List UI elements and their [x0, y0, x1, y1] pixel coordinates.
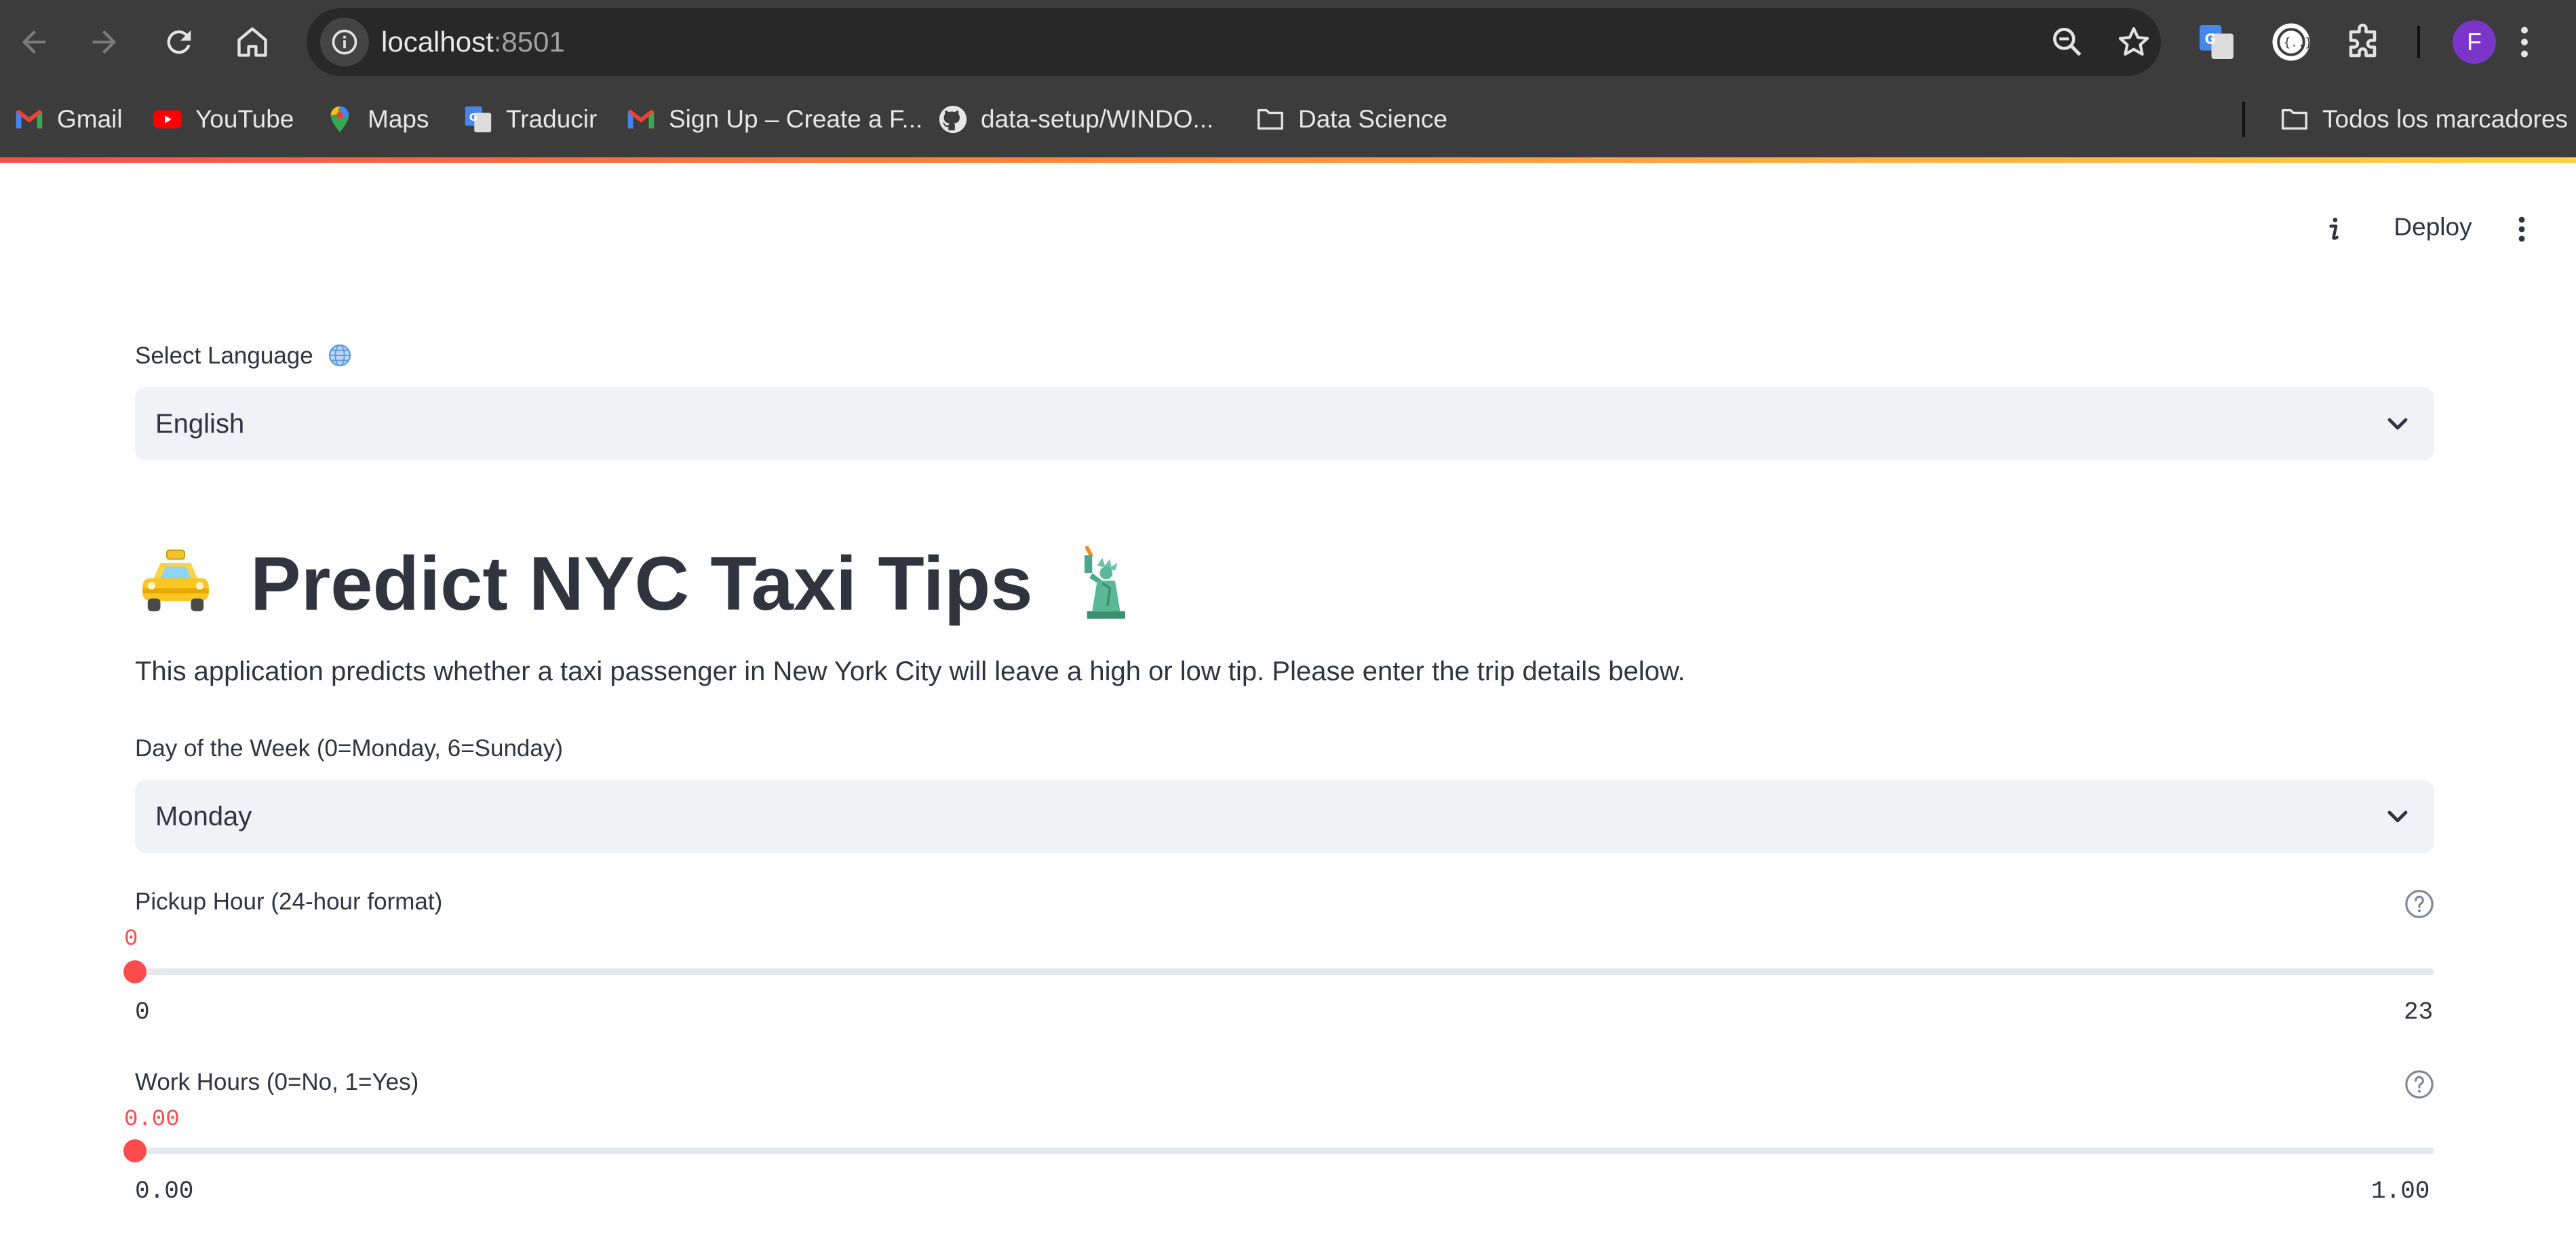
svg-text:{..}: {..} [2284, 36, 2311, 50]
json-extension-icon: {..} [2272, 23, 2311, 61]
url-host: localhost [381, 26, 494, 58]
chevron-down-icon [2387, 810, 2408, 823]
work-hours-label: Work Hours (0=No, 1=Yes) [135, 1069, 419, 1095]
profile-avatar[interactable]: F [2453, 20, 2496, 64]
github-icon [937, 104, 969, 135]
language-label-text: Select Language [135, 342, 313, 369]
site-info-button[interactable] [320, 18, 369, 66]
address-bar[interactable]: localhost:8501 [307, 8, 2161, 76]
chevron-down-icon [2387, 418, 2408, 430]
info-icon [2329, 217, 2339, 240]
browser-chrome: localhost:8501 G {..} F Gmail YouTube Ma… [0, 0, 2576, 163]
work-hours-slider-track[interactable] [135, 1147, 2434, 1154]
bookmark-label: Gmail [57, 105, 123, 133]
arrow-right-icon [92, 30, 117, 54]
streamlit-app: Deploy Select Language English Predict N… [0, 163, 2576, 1237]
page-title: Predict NYC Taxi Tips [135, 529, 1146, 637]
kebab-menu-icon [2521, 26, 2528, 58]
app-description: This application predicts whether a taxi… [135, 656, 1685, 686]
bookmark-sign-up[interactable]: Sign Up – Create a F... [625, 99, 922, 140]
bookmark-label: Maps [368, 105, 429, 133]
bookmark-youtube[interactable]: YouTube [152, 99, 294, 140]
day-of-week-label: Day of the Week (0=Monday, 6=Sunday) [135, 735, 564, 762]
pickup-hour-current-value: 0 [124, 926, 138, 952]
bookmark-data-setup[interactable]: data-setup/WINDO... [937, 99, 1213, 140]
youtube-icon [152, 104, 183, 135]
deploy-button[interactable]: Deploy [2378, 203, 2488, 251]
svg-text:G: G [2205, 31, 2216, 47]
json-extension-button[interactable]: {..} [2265, 16, 2317, 68]
info-icon [332, 29, 357, 55]
home-icon [237, 27, 267, 57]
taxi-icon [142, 549, 209, 612]
bookmark-folder-data-science[interactable]: Data Science [1255, 99, 1447, 140]
home-button[interactable] [225, 15, 279, 69]
puzzle-icon [2349, 23, 2377, 58]
title-text: Predict NYC Taxi Tips [250, 541, 1033, 626]
extensions-button[interactable] [2339, 16, 2390, 68]
pickup-hour-max-label: 23 [2404, 998, 2434, 1026]
help-icon[interactable] [2404, 1069, 2435, 1100]
folder-icon [2279, 104, 2310, 135]
work-hours-min-label: 0.00 [135, 1177, 194, 1205]
pickup-hour-slider-thumb[interactable] [123, 960, 147, 983]
pickup-hour-min-label: 0 [135, 998, 150, 1026]
bookmark-label: data-setup/WINDO... [981, 105, 1214, 133]
maps-icon [324, 104, 355, 135]
bookmark-gmail[interactable]: Gmail [14, 99, 123, 140]
gmail-icon [14, 104, 45, 135]
toolbar-divider [2417, 26, 2420, 58]
work-hours-current-value: 0.00 [124, 1107, 180, 1133]
url-port: :8501 [493, 26, 565, 58]
app-info-button[interactable] [2316, 210, 2354, 248]
bookmark-maps[interactable]: Maps [324, 99, 429, 140]
browser-toolbar: localhost:8501 G {..} F [0, 0, 2576, 84]
bookmarks-divider [2242, 102, 2245, 137]
language-select-value: English [155, 409, 245, 439]
zoom-button[interactable] [2048, 23, 2086, 61]
work-hours-slider-thumb[interactable] [123, 1139, 147, 1162]
back-button[interactable] [7, 15, 61, 69]
statue-of-liberty-icon [1084, 545, 1125, 619]
help-icon[interactable] [2404, 888, 2435, 920]
bookmark-traducir[interactable]: G Traducir [463, 99, 597, 140]
browser-menu-button[interactable] [2499, 16, 2550, 68]
streamlit-decoration-bar [0, 157, 2576, 163]
bookmark-label: Data Science [1298, 105, 1448, 133]
day-of-week-select[interactable]: Monday [135, 780, 2434, 853]
folder-icon [1255, 104, 1286, 135]
kebab-menu-icon [2518, 216, 2525, 242]
forward-button[interactable] [77, 15, 132, 69]
zoom-icon [2053, 28, 2082, 56]
day-of-week-value: Monday [155, 802, 252, 831]
svg-text:G: G [469, 111, 478, 123]
globe-icon [329, 344, 351, 367]
bookmark-label: Traducir [506, 105, 598, 133]
reload-icon [167, 30, 191, 54]
arrow-left-icon [22, 30, 46, 54]
pickup-hour-label: Pickup Hour (24-hour format) [135, 888, 443, 915]
all-bookmarks-label: Todos los marcadores [2322, 105, 2568, 133]
work-hours-max-label: 1.00 [2371, 1177, 2430, 1205]
bookmark-label: Sign Up – Create a F... [669, 105, 923, 133]
main-menu-button[interactable] [2503, 209, 2541, 250]
translate-icon: G [2200, 25, 2233, 59]
pickup-hour-slider-track[interactable] [135, 968, 2434, 975]
all-bookmarks-button[interactable]: Todos los marcadores [2279, 99, 2568, 140]
language-select-label: Select Language [135, 342, 353, 370]
google-translate-extension[interactable]: G [2191, 16, 2242, 68]
language-select[interactable]: English [135, 387, 2434, 460]
url-text[interactable]: localhost:8501 [381, 8, 565, 76]
bookmarks-bar: Gmail YouTube Maps G Traducir Sign Up – … [0, 84, 2576, 155]
star-icon [2118, 27, 2149, 56]
reload-button[interactable] [152, 15, 206, 69]
translate-icon: G [463, 104, 494, 135]
gmail-icon [625, 104, 657, 135]
bookmark-star-button[interactable] [2115, 23, 2153, 61]
bookmark-label: YouTube [195, 105, 294, 133]
